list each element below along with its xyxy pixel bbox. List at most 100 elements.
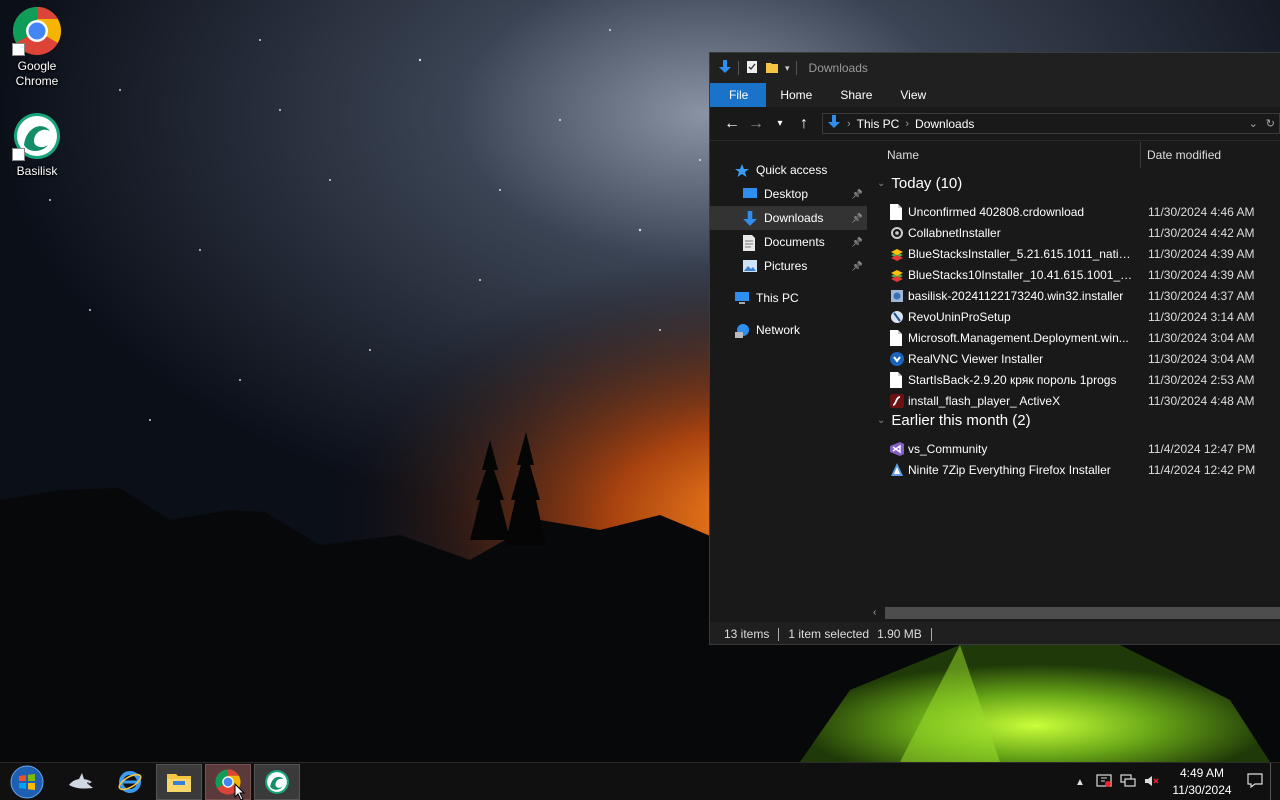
group-header[interactable]: ⌄ Earlier this month (2): [877, 412, 1031, 429]
horizontal-scrollbar[interactable]: ‹: [869, 605, 1280, 622]
start-button[interactable]: [4, 764, 50, 800]
notifications-icon[interactable]: [1240, 773, 1270, 791]
file-name: basilisk-20241122173240.win32.installer: [908, 288, 1124, 303]
tab-view[interactable]: View: [886, 83, 940, 107]
file-row[interactable]: CollabnetInstaller 11/30/2024 4:42 AM: [869, 222, 1280, 243]
show-desktop-button[interactable]: [1270, 763, 1280, 800]
navigation-bar: ← → ▾ ↑ › This PC › Downloads ⌄ ↻: [710, 107, 1280, 141]
file-row[interactable]: BlueStacksInstaller_5.21.615.1011_native…: [869, 243, 1280, 264]
file-name: RealVNC Viewer Installer: [908, 351, 1044, 366]
volume-muted-icon[interactable]: [1140, 774, 1164, 791]
group-header-label: Earlier this month (2): [891, 412, 1031, 429]
shortcut-arrow-icon: [12, 43, 25, 56]
nav-item-documents[interactable]: Documents 📌: [710, 230, 867, 254]
column-header-date-modified[interactable]: Date modified: [1141, 142, 1221, 168]
pin-icon[interactable]: 📌: [852, 237, 863, 248]
file-explorer-window[interactable]: ▾ Downloads File Home Share View ← → ▾ ↑…: [709, 52, 1280, 645]
pictures-icon: [742, 259, 758, 273]
show-hidden-icons-chevron-icon[interactable]: ▲: [1068, 777, 1092, 788]
pin-icon[interactable]: 📌: [852, 213, 863, 224]
address-box[interactable]: › This PC › Downloads ⌄ ↻: [822, 113, 1280, 134]
network-icon[interactable]: [1116, 773, 1140, 791]
scroll-left-arrow-icon[interactable]: ‹: [873, 607, 876, 618]
breadcrumb-this-pc[interactable]: This PC: [857, 117, 900, 131]
file-name: install_flash_player_ ActiveX: [908, 393, 1061, 408]
taskbar-internet-explorer[interactable]: [107, 764, 153, 800]
collapse-chevron-icon[interactable]: ⌄: [877, 415, 885, 426]
back-arrow-icon[interactable]: ←: [720, 115, 744, 133]
desktop-shortcut-chrome[interactable]: Google Chrome: [0, 6, 74, 89]
column-header-name[interactable]: Name: [869, 142, 1141, 168]
desktop-icon: [742, 187, 758, 201]
file-name: Ninite 7Zip Everything Firefox Installer: [908, 462, 1111, 477]
title-separator: [738, 61, 739, 75]
taskbar-google-chrome[interactable]: [205, 764, 251, 800]
ninite-icon: [889, 462, 905, 478]
basilisk-icon: [12, 111, 62, 161]
file-date-modified: 11/30/2024 2:53 AM: [1148, 372, 1255, 387]
recent-locations-chevron-icon[interactable]: ▾: [768, 118, 792, 129]
network-icon: [734, 323, 750, 338]
taskbar-app-shark[interactable]: [58, 764, 104, 800]
clock[interactable]: 4:49 AM 11/30/2024: [1164, 765, 1240, 799]
tab-share[interactable]: Share: [826, 83, 886, 107]
breadcrumb-downloads[interactable]: Downloads: [915, 117, 974, 131]
nav-item-label: Quick access: [756, 163, 828, 177]
group-header[interactable]: ⌄ Today (10): [877, 175, 962, 192]
file-date-modified: 11/30/2024 4:39 AM: [1148, 246, 1255, 261]
blank-file-icon: [889, 371, 905, 388]
properties-icon[interactable]: [745, 60, 759, 77]
file-row[interactable]: Ninite 7Zip Everything Firefox Installer…: [869, 459, 1280, 480]
file-row[interactable]: basilisk-20241122173240.win32.installer 1…: [869, 285, 1280, 306]
scrollbar-thumb[interactable]: [885, 607, 1280, 619]
file-date-modified: 11/30/2024 3:04 AM: [1148, 351, 1255, 366]
title-bar[interactable]: ▾ Downloads: [710, 53, 1280, 83]
action-center-flag-icon[interactable]: [1092, 773, 1116, 791]
tab-file[interactable]: File: [710, 83, 767, 107]
file-row[interactable]: vs_Community 11/4/2024 12:47 PM: [869, 438, 1280, 459]
status-item-count: 13 items: [724, 627, 770, 641]
nav-item-downloads[interactable]: Downloads 📌: [710, 206, 867, 230]
pin-icon[interactable]: 📌: [852, 261, 863, 272]
file-row[interactable]: Unconfirmed 402808.crdownload 11/30/2024 …: [869, 201, 1280, 222]
taskbar-file-explorer[interactable]: [156, 764, 202, 800]
breadcrumb-chevron-icon[interactable]: ›: [905, 118, 909, 130]
file-row[interactable]: Microsoft.Management.Deployment.win... 11…: [869, 327, 1280, 348]
refresh-icon[interactable]: ↻: [1266, 117, 1275, 130]
flash-icon: [889, 393, 905, 409]
tab-home[interactable]: Home: [766, 83, 826, 107]
new-folder-icon[interactable]: [765, 60, 779, 77]
nav-network[interactable]: Network: [710, 318, 867, 342]
file-row[interactable]: BlueStacks10Installer_10.41.615.1001_nat…: [869, 264, 1280, 285]
mouse-cursor-icon: [234, 783, 246, 800]
file-row[interactable]: RevoUninProSetup 11/30/2024 3:14 AM: [869, 306, 1280, 327]
breadcrumb-chevron-icon[interactable]: ›: [847, 118, 851, 130]
pin-icon[interactable]: 📌: [852, 189, 863, 200]
window-title: Downloads: [808, 61, 868, 75]
file-row[interactable]: install_flash_player_ ActiveX 11/30/2024 …: [869, 390, 1280, 411]
file-row[interactable]: RealVNC Viewer Installer 11/30/2024 3:04 …: [869, 348, 1280, 369]
documents-icon: [742, 235, 758, 251]
collapse-chevron-icon[interactable]: ⌄: [877, 178, 885, 189]
quick-access-dropdown-icon[interactable]: ▾: [785, 63, 790, 74]
system-tray: ▲ 4:49 AM 11/30/2024: [1068, 763, 1280, 800]
setup-icon: [889, 288, 905, 304]
installer-icon: [889, 225, 905, 241]
up-arrow-icon[interactable]: ↑: [792, 115, 816, 133]
this-pc-icon: [734, 291, 750, 305]
nav-this-pc[interactable]: This PC: [710, 286, 867, 310]
address-dropdown-icon[interactable]: ⌄: [1249, 117, 1258, 130]
forward-arrow-icon[interactable]: →: [744, 115, 768, 133]
status-bar: 13 items 1 item selected 1.90 MB: [710, 622, 1280, 644]
nav-item-pictures[interactable]: Pictures 📌: [710, 254, 867, 278]
clock-date: 11/30/2024: [1172, 783, 1232, 797]
taskbar-basilisk[interactable]: [254, 764, 300, 800]
status-size: 1.90 MB: [877, 627, 922, 641]
nav-item-label: This PC: [756, 291, 799, 305]
file-row[interactable]: StartIsBack-2.9.20 кряк пороль 1progs 11/…: [869, 369, 1280, 390]
desktop-icon-label: Google Chrome: [15, 59, 59, 88]
clock-time: 4:49 AM: [1179, 766, 1225, 780]
desktop-shortcut-basilisk[interactable]: Basilisk: [0, 111, 74, 179]
nav-item-desktop[interactable]: Desktop 📌: [710, 182, 867, 206]
nav-quick-access[interactable]: Quick access: [710, 158, 867, 182]
